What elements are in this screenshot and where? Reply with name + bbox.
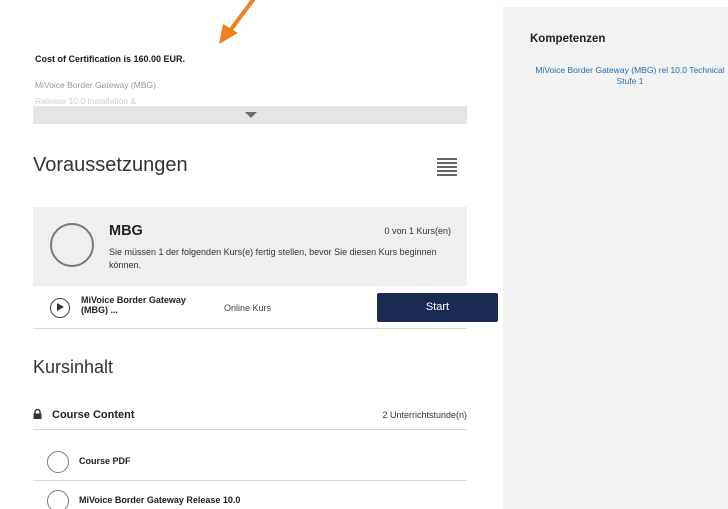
prerequisite-message: Sie müssen 1 der folgenden Kurs(e) ferti… [109,247,437,270]
content-item[interactable]: MiVoice Border Gateway Release 10.0 [33,482,467,509]
content-item[interactable]: Course PDF [33,443,467,481]
progress-circle [50,223,94,267]
course-content-heading: Kursinhalt [33,357,114,377]
course-description: MiVoice Border Gateway (MBG) [35,80,156,90]
prerequisites-heading: Voraussetzungen [33,154,188,176]
lock-icon [33,409,42,419]
competency-link[interactable]: MiVoice Border Gateway (MBG) rel 10.0 Te… [530,65,728,87]
lesson-count: 2 Unterrichtstunde(n) [382,410,467,420]
arrow-annotation-icon [219,0,255,44]
play-icon[interactable] [50,298,70,318]
progress-circle [47,490,69,509]
content-item-label: Course PDF [79,456,131,466]
prerequisite-group: MBG 0 von 1 Kurs(en) Sie müssen 1 der fo… [33,207,467,286]
prerequisite-course-type: Online Kurs [224,303,272,313]
competencies-title: Kompetenzen [530,33,606,45]
progress-circle [47,451,69,473]
list-menu-icon[interactable] [437,158,457,178]
competencies-panel: Kompetenzen MiVoice Border Gateway (MBG)… [503,7,728,509]
course-content-title: Course Content [52,409,135,421]
prerequisite-course-name[interactable]: MiVoice Border Gateway (MBG) ... [81,295,191,315]
content-item-label: MiVoice Border Gateway Release 10.0 [79,495,241,505]
chevron-down-icon [245,112,257,118]
course-content-section[interactable]: Course Content 2 Unterrichtstunde(n) [33,400,467,430]
prerequisite-group-title: MBG [109,223,143,239]
main-panel: Cost of Certification is 160.00 EUR. MiV… [0,0,500,509]
start-button[interactable]: Start [377,293,498,322]
course-description-faded: Release 10.0 Installation & [35,96,137,105]
certification-cost: Cost of Certification is 160.00 EUR. [35,54,186,64]
prerequisite-count: 0 von 1 Kurs(en) [384,226,451,236]
expand-description-button[interactable] [33,106,467,124]
